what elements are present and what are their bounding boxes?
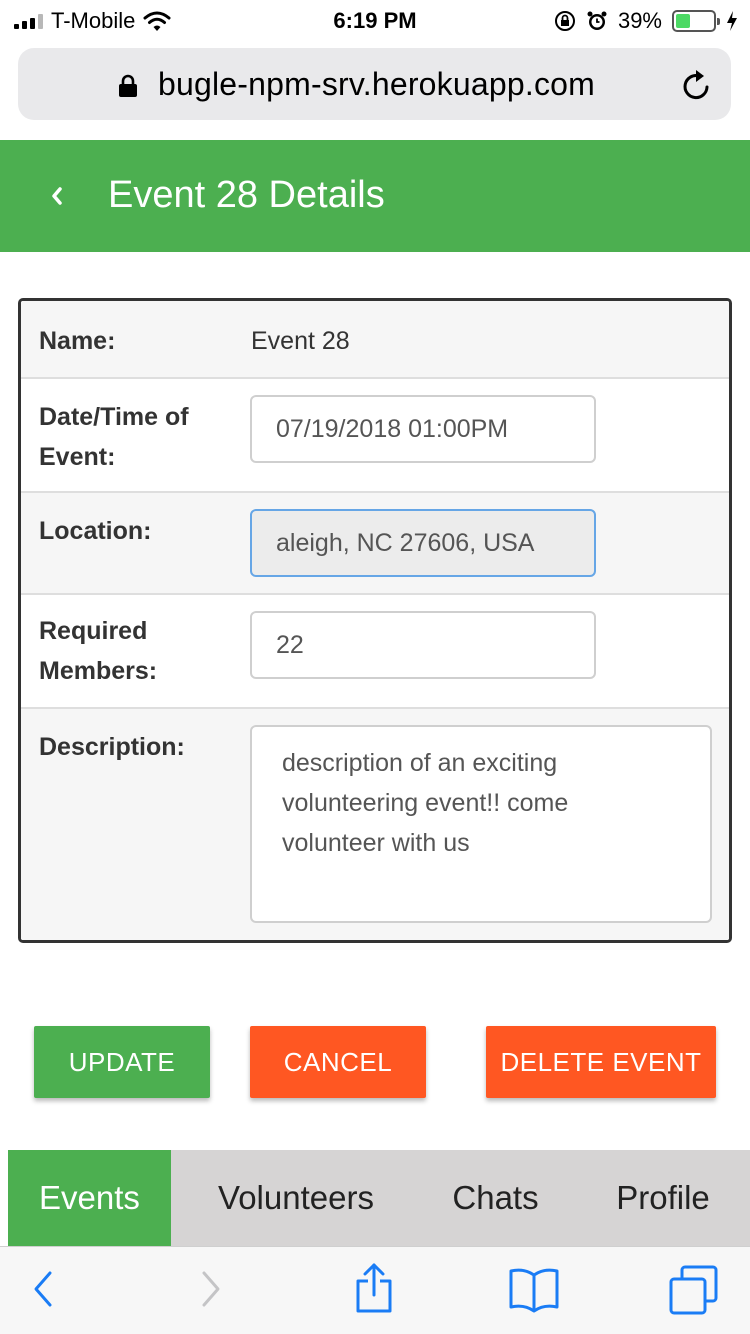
app-header: Event 28 Details: [0, 140, 750, 252]
tab-chats[interactable]: Chats: [428, 1150, 563, 1246]
location-label: Location:: [39, 517, 152, 545]
location-field[interactable]: aleigh, NC 27606, USA: [250, 509, 596, 577]
description-row: Description: description of an exciting …: [21, 709, 729, 940]
required-members-field[interactable]: 22: [250, 611, 596, 679]
cancel-button[interactable]: CANCEL: [250, 1026, 426, 1098]
update-button[interactable]: UPDATE: [34, 1026, 210, 1098]
address-bar[interactable]: bugle-npm-srv.herokuapp.com: [18, 48, 731, 120]
status-bar: T-Mobile 6:19 PM 39%: [0, 0, 750, 40]
battery-percent: 39%: [617, 8, 662, 33]
name-value: Event 28: [251, 327, 350, 355]
battery-icon: [672, 10, 720, 32]
safari-toolbar: [0, 1246, 750, 1334]
required-members-label-line1: Required: [39, 617, 148, 645]
back-chevron-icon[interactable]: [46, 176, 72, 216]
description-field[interactable]: description of an exciting volunteering …: [250, 725, 712, 923]
tab-profile[interactable]: Profile: [598, 1150, 728, 1246]
description-line2: volunteering event!! come: [282, 789, 569, 817]
battery-level-fill: [676, 14, 691, 28]
description-line1: description of an exciting: [282, 749, 558, 777]
charging-icon: [727, 11, 737, 31]
tabs-icon[interactable]: [668, 1265, 720, 1317]
status-right: 39%: [554, 8, 738, 34]
datetime-row: Date/Time of Event: 07/19/2018 01:00PM: [21, 379, 729, 493]
required-members-label-line2: Members:: [39, 657, 158, 685]
tab-volunteers[interactable]: Volunteers: [198, 1150, 394, 1246]
url-text: bugle-npm-srv.herokuapp.com: [158, 66, 596, 102]
forward-arrow-icon[interactable]: [198, 1267, 224, 1311]
location-row: Location: aleigh, NC 27606, USA: [21, 493, 729, 595]
required-members-label: Required Members:: [39, 611, 157, 691]
share-icon[interactable]: [354, 1261, 394, 1315]
datetime-label-line1: Date/Time of: [39, 403, 189, 431]
orientation-lock-icon: [554, 11, 575, 31]
browser-address-area: bugle-npm-srv.herokuapp.com: [0, 40, 750, 140]
name-row: Name: Event 28: [21, 301, 729, 379]
datetime-label: Date/Time of Event:: [39, 397, 189, 477]
datetime-label-line2: Event:: [39, 443, 116, 471]
alarm-icon: [587, 11, 607, 30]
description-line3: volunteer with us: [282, 829, 470, 857]
description-label: Description:: [39, 733, 185, 761]
required-members-row: Required Members: 22: [21, 595, 729, 709]
event-details-card: Name: Event 28 Date/Time of Event: 07/19…: [18, 298, 732, 943]
bottom-tab-nav: Events Volunteers Chats Profile: [8, 1150, 750, 1246]
reload-icon[interactable]: [681, 68, 713, 102]
bookmarks-icon[interactable]: [508, 1265, 560, 1313]
page-title: Event 28 Details: [108, 174, 385, 216]
lock-icon: [119, 74, 137, 97]
datetime-field[interactable]: 07/19/2018 01:00PM: [250, 395, 596, 463]
back-arrow-icon[interactable]: [30, 1267, 56, 1311]
delete-event-button[interactable]: DELETE EVENT: [486, 1026, 716, 1098]
name-label: Name:: [39, 327, 116, 355]
tab-events[interactable]: Events: [8, 1150, 171, 1246]
